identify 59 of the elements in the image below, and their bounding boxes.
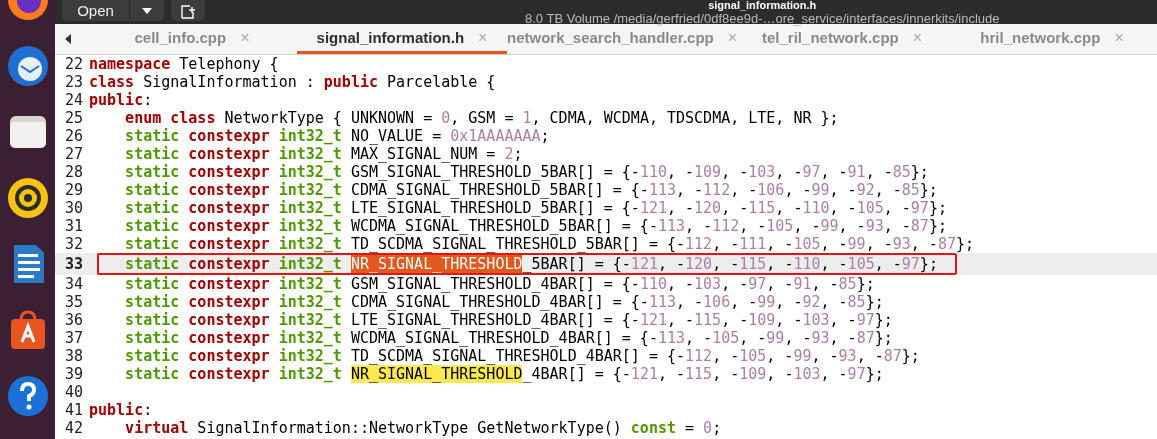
close-icon[interactable]: × — [1114, 28, 1124, 47]
mail-icon[interactable] — [5, 44, 50, 88]
help-icon[interactable] — [5, 374, 50, 418]
code-line: static constexpr int32_t TD_SCDMA_SIGNAL_THRESHOLD_4BAR[] = {-112, -105, -99, -93, -87}; — [125, 347, 920, 365]
line-number: 22 — [63, 55, 84, 73]
close-icon[interactable]: × — [912, 28, 923, 47]
close-icon[interactable]: × — [478, 28, 488, 47]
code-line: class SignalInformation : public Parcelable { — [89, 73, 496, 91]
code-line: static constexpr int32_t MAX_SIGNAL_NUM = 2; — [125, 145, 523, 163]
scroll-left-icon[interactable] — [63, 33, 73, 45]
line-number: 33 — [63, 255, 84, 273]
line-number: 34 — [63, 275, 84, 293]
code-line: static constexpr int32_t NO_VALUE = 0x1AAAAAAA; — [125, 127, 550, 145]
line-number: 31 — [63, 217, 84, 235]
new-document-icon — [180, 2, 196, 19]
open-button[interactable]: Open — [62, 0, 130, 21]
file-tab[interactable]: tel_ril_network.cpp × — [737, 24, 948, 54]
line-number: 35 — [63, 293, 84, 311]
file-tab[interactable]: cell_info.cpp × — [87, 24, 297, 54]
speaker-icon[interactable] — [5, 176, 50, 220]
line-number: 38 — [63, 347, 84, 365]
line-number: 41 — [63, 401, 84, 419]
code-line: namespace Telephony { — [89, 55, 279, 73]
code-line: enum class NetworkType { UNKNOWN = 0, GSM = 1, CDMA, WCDMA, TDSCDMA, LTE, NR }; — [125, 109, 839, 127]
close-icon[interactable]: × — [240, 28, 250, 47]
new-tab-button[interactable] — [171, 0, 205, 21]
close-icon[interactable]: × — [727, 28, 738, 47]
code-line: static constexpr int32_t CDMA_SIGNAL_THRESHOLD_5BAR[] = {-113, -112, -106, -99, -92, -85}; — [125, 181, 938, 199]
caret-icon — [141, 6, 153, 15]
file-tab[interactable]: hril_network.cpp × — [947, 24, 1157, 54]
window-title: signal_information.h — [708, 0, 817, 11]
line-number: 29 — [63, 181, 84, 199]
code-line: public: — [89, 401, 153, 419]
code-line: static constexpr int32_t GSM_SIGNAL_THRESHOLD_4BAR[] = {-110, -103, -97, -91, -85}; — [125, 275, 875, 293]
code-line: static constexpr int32_t LTE_SIGNAL_THRESHOLD_4BAR[] = {-121, -115, -109, -103, -97}; — [125, 311, 893, 329]
file-tab[interactable]: signal_information.h × — [297, 24, 507, 54]
line-number: 26 — [63, 127, 84, 145]
line-number: 27 — [63, 145, 84, 163]
code-line: static constexpr int32_t CDMA_SIGNAL_THRESHOLD_4BAR[] = {-113, -106, -99, -92, -85}; — [125, 293, 884, 311]
code-line: static constexpr int32_t LTE_SIGNAL_THRESHOLD_5BAR[] = {-121, -120, -115, -110, -105, -97}; — [125, 199, 947, 217]
line-number: 37 — [63, 329, 84, 347]
code-line: static constexpr int32_t WCDMA_SIGNAL_THRESHOLD_5BAR[] = {-113, -112, -105, -99, -93, -87}; — [125, 217, 947, 235]
line-number: 23 — [63, 73, 84, 91]
code-line: virtual SignalInformation::NetworkType GetNetworkType() const = 0; — [125, 419, 722, 437]
line-number: 24 — [63, 91, 84, 109]
file-path: 8.0 TB Volume /media/gerfried/0df8ee9d-…ore_service/interfaces/innerkits/include — [525, 11, 1000, 27]
dropdown-button[interactable] — [130, 0, 164, 21]
code-line: static constexpr int32_t WCDMA_SIGNAL_THRESHOLD_4BAR[] = {-113, -105, -99, -93, -87}; — [125, 329, 893, 347]
line-number: 40 — [63, 383, 84, 401]
line-number: 36 — [63, 311, 84, 329]
line-number: 39 — [63, 365, 84, 383]
code-line: public: — [89, 91, 153, 109]
line-number: 30 — [63, 199, 84, 217]
code-line: static constexpr int32_t TD_SCDMA_SIGNAL_THRESHOLD_5BAR[] = {-112, -111, -105, -99, -93, -87}; — [125, 235, 975, 253]
code-line: static constexpr int32_t GSM_SIGNAL_THRESHOLD_5BAR[] = {-110, -109, -103, -97, -91, -85}; — [125, 163, 929, 181]
line-number: 42 — [63, 419, 84, 437]
line-number: 25 — [63, 109, 84, 127]
line-number: 28 — [63, 163, 84, 181]
line-number: 32 — [63, 235, 84, 253]
